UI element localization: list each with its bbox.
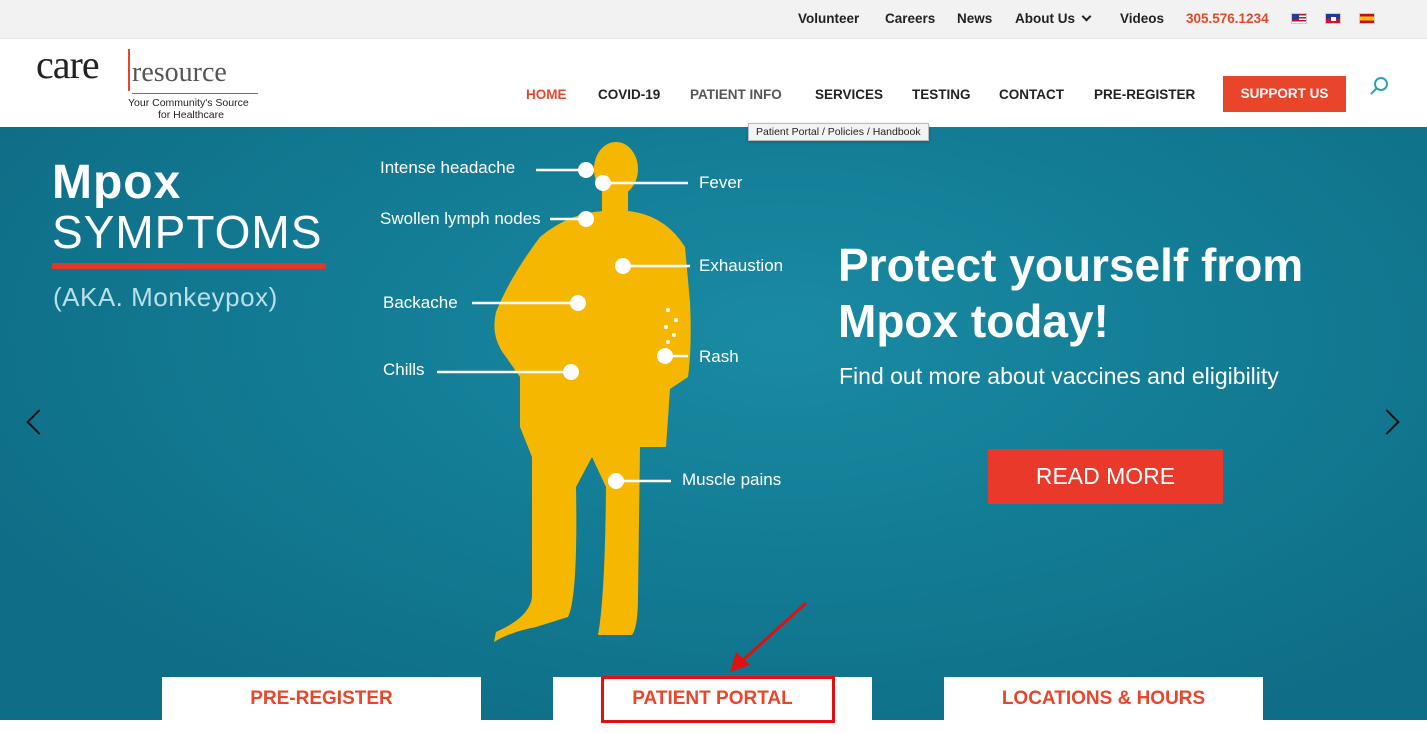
patient-info-tooltip: Patient Portal / Policies / Handbook	[748, 123, 929, 141]
haiti-flag-icon[interactable]	[1325, 13, 1341, 24]
logo-tagline-2: for Healthcare	[158, 109, 224, 121]
patient-portal-highlight-box	[601, 676, 835, 723]
topbar-link-news[interactable]: News	[957, 11, 992, 26]
care-resource-logo[interactable]: care resource Your Community's Source fo…	[36, 41, 266, 123]
promo-headline-line-1: Protect yourself from	[838, 239, 1304, 291]
topbar-link-about-us[interactable]: About Us	[1015, 11, 1092, 26]
nav-home[interactable]: HOME	[526, 87, 567, 102]
hero-title-underline	[52, 263, 326, 269]
nav-covid-19[interactable]: COVID-19	[598, 87, 660, 102]
promo-headline-line-2: Mpox today!	[838, 295, 1109, 347]
us-flag-icon[interactable]	[1291, 13, 1307, 24]
nav-patient-info[interactable]: PATIENT INFO	[690, 87, 782, 102]
symptom-rash: Rash	[699, 347, 739, 366]
hero-title-symptoms: SYMPTOMS	[52, 206, 323, 258]
symptom-fever: Fever	[699, 173, 743, 192]
spain-flag-icon[interactable]	[1359, 13, 1375, 24]
hero-slider: Mpox SYMPTOMS (AKA. Monkeypox) Intense h…	[0, 127, 1427, 720]
read-more-button[interactable]: READ MORE	[988, 449, 1223, 504]
nav-contact[interactable]: CONTACT	[999, 87, 1064, 102]
pre-register-quick-button[interactable]: PRE-REGISTER	[162, 677, 481, 720]
promo-headline: Protect yourself from Mpox today!	[838, 237, 1303, 349]
logo-underline	[132, 93, 258, 94]
top-utility-bar: Volunteer Careers News About Us Videos 3…	[0, 0, 1427, 39]
nav-pre-register[interactable]: PRE-REGISTER	[1094, 87, 1195, 102]
main-header: care resource Your Community's Source fo…	[0, 39, 1427, 127]
logo-divider	[128, 49, 130, 91]
phone-link[interactable]: 305.576.1234	[1186, 11, 1269, 26]
hero-aka-text: (AKA. Monkeypox)	[53, 282, 278, 312]
about-us-label: About Us	[1015, 11, 1075, 26]
locations-hours-quick-button[interactable]: LOCATIONS & HOURS	[944, 677, 1263, 720]
promo-subheading: Find out more about vaccines and eligibi…	[839, 363, 1279, 389]
symptom-intense-headache: Intense headache	[380, 158, 516, 177]
symptom-exhaustion: Exhaustion	[699, 256, 784, 275]
support-us-button[interactable]: SUPPORT US	[1223, 76, 1346, 112]
slider-next-arrow-icon[interactable]	[1374, 409, 1400, 435]
search-icon[interactable]	[1370, 76, 1390, 96]
symptom-muscle-pains: Muscle pains	[682, 470, 782, 489]
logo-tagline-1: Your Community's Source	[128, 97, 249, 109]
hero-title-mpox: Mpox	[52, 156, 182, 209]
topbar-link-videos[interactable]: Videos	[1120, 11, 1164, 26]
logo-care-text: care	[36, 42, 100, 87]
topbar-link-volunteer[interactable]: Volunteer	[798, 11, 859, 26]
annotation-arrow-icon	[730, 601, 808, 672]
nav-services[interactable]: SERVICES	[815, 87, 883, 102]
symptom-swollen-lymph-nodes: Swollen lymph nodes	[380, 209, 541, 228]
human-figure-illustration	[437, 142, 691, 642]
topbar-link-careers[interactable]: Careers	[885, 11, 935, 26]
symptom-backache: Backache	[383, 293, 458, 312]
symptom-chills: Chills	[383, 360, 425, 379]
slider-prev-arrow-icon[interactable]	[26, 409, 52, 435]
chevron-down-icon	[1081, 11, 1092, 22]
logo-resource-text: resource	[132, 57, 227, 88]
nav-testing[interactable]: TESTING	[912, 87, 971, 102]
